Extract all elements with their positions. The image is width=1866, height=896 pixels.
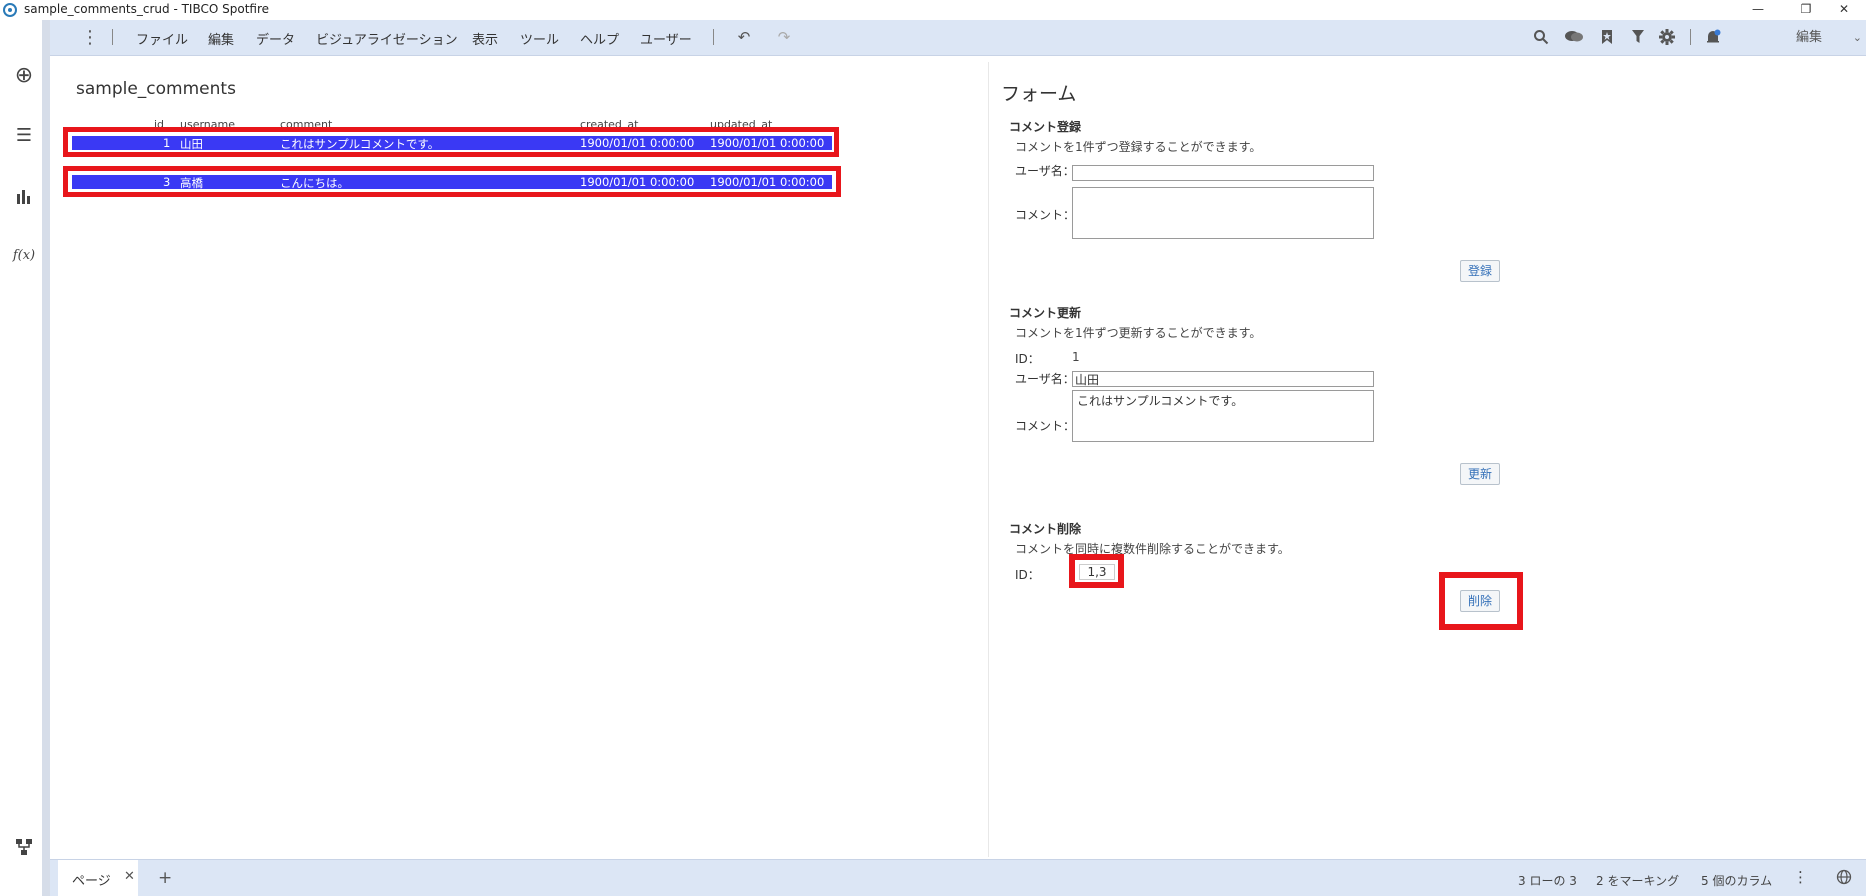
table-visualization: sample_comments id username comment crea…: [58, 62, 989, 857]
form-title: フォーム: [1001, 83, 1077, 105]
status-bar: ページ ✕ + 3 ローの 3 2 をマーキング 5 個のカラム ⋮: [50, 859, 1866, 896]
menu-tools[interactable]: ツール: [520, 29, 559, 48]
rows-status: 3 ローの 3: [1518, 874, 1577, 888]
update-username-input[interactable]: [1072, 371, 1374, 387]
register-section-title: コメント登録: [1009, 120, 1082, 134]
visualization-title: sample_comments: [76, 79, 236, 99]
tree-icon: [16, 839, 32, 855]
cell-created-at: 1900/01/01 0:00:00: [580, 175, 695, 189]
register-button[interactable]: 登録: [1460, 260, 1500, 282]
page-canvas: sample_comments id username comment crea…: [58, 62, 1866, 857]
delete-id-input[interactable]: [1079, 564, 1115, 580]
cell-updated-at: 1900/01/01 0:00:00: [710, 136, 825, 150]
page-tab[interactable]: ページ ✕: [58, 860, 138, 896]
page-tab-label: ページ: [72, 874, 111, 889]
bookmark-icon[interactable]: [1596, 26, 1618, 48]
delete-id-label: ID：: [1015, 568, 1040, 582]
update-comment-textarea[interactable]: これはサンプルコメントです。: [1072, 390, 1374, 442]
more-menu-icon[interactable]: ⋮: [78, 24, 102, 52]
register-comment-label: コメント：: [1015, 208, 1076, 222]
table-row[interactable]: 3 高橋 こんにちは。 1900/01/01 0:00:00 1900/01/0…: [72, 175, 832, 190]
add-icon[interactable]: ⊕: [12, 64, 36, 88]
chevron-down-icon: ⌄: [1852, 31, 1862, 44]
menu-data[interactable]: データ: [256, 29, 295, 48]
columns-status: 5 個のカラム: [1701, 874, 1773, 888]
search-icon[interactable]: [1530, 26, 1552, 48]
menu-edit[interactable]: 編集: [208, 29, 234, 48]
cell-comment: これはサンプルコメントです。: [280, 137, 440, 151]
add-page-button[interactable]: +: [158, 868, 172, 888]
visualization-icon[interactable]: [12, 184, 36, 208]
close-tab-icon[interactable]: ✕: [124, 869, 135, 884]
notification-icon[interactable]: [1702, 26, 1724, 48]
menu-visualization[interactable]: ビジュアライゼーション: [316, 29, 458, 48]
cell-id: 3: [163, 175, 171, 189]
toolbar-separator: [112, 29, 113, 45]
register-description: コメントを1件ずつ登録することができます。: [1015, 140, 1262, 154]
delete-button[interactable]: 削除: [1460, 590, 1500, 612]
register-comment-textarea[interactable]: [1072, 187, 1374, 239]
data-canvas-icon[interactable]: [12, 835, 36, 859]
form-panel: フォーム コメント登録 コメントを1件ずつ登録することができます。 ユーザ名： …: [989, 62, 1866, 857]
cell-id: 1: [163, 136, 171, 150]
window-titlebar: sample_comments_crud - TIBCO Spotfire — …: [0, 0, 1866, 20]
toolbar-separator: [713, 29, 714, 45]
mode-select-value: 編集: [1796, 30, 1823, 45]
globe-icon[interactable]: [1836, 869, 1852, 888]
minimize-button[interactable]: —: [1736, 0, 1780, 20]
table-row[interactable]: 1 山田 これはサンプルコメントです。 1900/01/01 0:00:00 1…: [72, 136, 832, 151]
update-section-title: コメント更新: [1009, 306, 1082, 320]
marked-status: 2 をマーキング: [1596, 874, 1680, 888]
status-more-icon[interactable]: ⋮: [1793, 868, 1808, 886]
cell-created-at: 1900/01/01 0:00:00: [580, 136, 695, 150]
bar-chart-icon: [17, 190, 30, 204]
cell-username: 山田: [180, 137, 203, 151]
update-description: コメントを1件ずつ更新することができます。: [1015, 326, 1262, 340]
fx-icon[interactable]: f(x): [12, 244, 36, 268]
chat-icon[interactable]: [1563, 26, 1585, 48]
update-id-value: 1: [1072, 350, 1080, 364]
register-username-label: ユーザ名：: [1015, 164, 1075, 178]
window-title: sample_comments_crud - TIBCO Spotfire: [24, 2, 270, 16]
filter-icon[interactable]: [1627, 26, 1649, 48]
cell-username: 高橋: [180, 176, 203, 190]
menu-help[interactable]: ヘルプ: [580, 29, 619, 48]
cell-comment: こんにちは。: [280, 176, 349, 190]
mode-select[interactable]: 編集 ⌄: [1770, 26, 1864, 50]
update-comment-label: コメント：: [1015, 419, 1076, 433]
close-window-button[interactable]: ✕: [1822, 0, 1866, 20]
main-toolbar: ⋮ ファイル 編集 データ ビジュアライゼーション 表示 ツール ヘルプ ユーザ…: [50, 20, 1866, 56]
delete-description: コメントを同時に複数件削除することができます。: [1015, 542, 1290, 556]
menu-view[interactable]: 表示: [472, 29, 498, 48]
left-rail: ⊕ ☰ f(x): [0, 20, 50, 896]
update-id-label: ID：: [1015, 352, 1040, 366]
menu-user[interactable]: ユーザー: [640, 29, 692, 48]
menu-file[interactable]: ファイル: [136, 29, 188, 48]
update-username-label: ユーザ名：: [1015, 372, 1075, 386]
gear-icon[interactable]: [1656, 26, 1678, 48]
undo-icon[interactable]: ↶: [733, 26, 755, 48]
cell-updated-at: 1900/01/01 0:00:00: [710, 175, 825, 189]
update-button[interactable]: 更新: [1460, 463, 1500, 485]
register-username-input[interactable]: [1072, 165, 1374, 181]
spotfire-logo-icon: [3, 3, 17, 17]
delete-section-title: コメント削除: [1009, 522, 1082, 536]
data-table-icon[interactable]: ☰: [12, 124, 36, 148]
toolbar-separator: [1690, 29, 1691, 45]
redo-icon[interactable]: ↷: [773, 26, 795, 48]
